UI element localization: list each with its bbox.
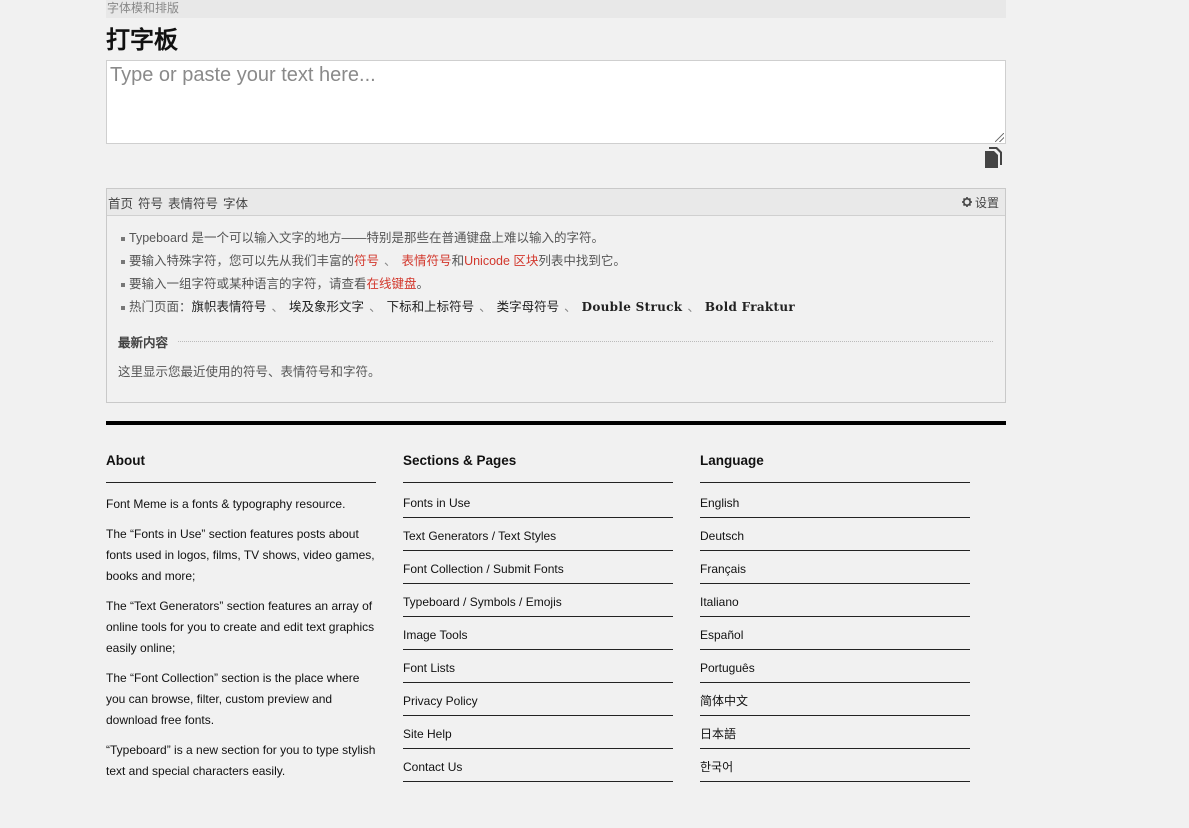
sections-list: Fonts in Use Text Generators / Text Styl… xyxy=(403,485,673,782)
tab-emojis[interactable]: 表情符号 xyxy=(168,197,218,211)
footer-about: About Font Meme is a fonts & typography … xyxy=(106,452,376,782)
page-title: 打字板 xyxy=(106,26,178,54)
recent-content: 这里显示您最近使用的符号、表情符号和字符。 xyxy=(118,365,381,379)
footer-link-text-generators[interactable]: Text Generators / Text Styles xyxy=(403,518,673,551)
about-paragraph: “Typeboard” is a new section for you to … xyxy=(106,743,376,778)
text: 要输入一组字符或某种语言的字符，请查看 xyxy=(129,277,367,291)
online-keyboard-link[interactable]: 在线键盘 xyxy=(367,277,417,291)
gear-icon xyxy=(961,197,972,207)
list-item: Typeboard 是一个可以输入文字的地方——特别是那些在普通键盘上难以输入的… xyxy=(121,229,993,252)
unicode-blocks-link[interactable]: Unicode 区块 xyxy=(464,254,538,268)
footer-language: Language English Deutsch Français Italia… xyxy=(700,452,970,782)
list-item-hot-pages: 热门页面：旗帜表情符号、埃及象形文字、下标和上标符号、类字母符号、 Double … xyxy=(121,298,993,321)
copy-icon xyxy=(985,147,1002,168)
text-editor-input[interactable] xyxy=(107,61,1005,143)
language-title: Language xyxy=(700,452,970,483)
footer-link-font-lists[interactable]: Font Lists xyxy=(403,650,673,683)
tab-home[interactable]: 首页 xyxy=(108,197,133,211)
sections-title: Sections & Pages xyxy=(403,452,673,483)
hot-link-double-struck[interactable]: Double Struck xyxy=(582,300,683,314)
separator: 、 xyxy=(369,300,382,314)
symbols-link[interactable]: 符号 xyxy=(354,254,379,268)
resize-handle[interactable] xyxy=(995,133,1004,142)
breadcrumb[interactable]: 字体模和排版 xyxy=(106,0,1006,18)
footer-link-site-help[interactable]: Site Help xyxy=(403,716,673,749)
language-link-japanese[interactable]: 日本語 xyxy=(700,716,970,749)
tab-symbols[interactable]: 符号 xyxy=(138,197,163,211)
about-title: About xyxy=(106,452,376,483)
hot-link-egyptian-hieroglyphs[interactable]: 埃及象形文字 xyxy=(289,300,364,314)
language-link-english[interactable]: English xyxy=(700,485,970,518)
footer-link-contact-us[interactable]: Contact Us xyxy=(403,749,673,782)
recent-title: 最新内容 xyxy=(118,336,169,350)
separator: 、 xyxy=(687,300,700,314)
text-editor-container xyxy=(106,60,1006,144)
copy-row xyxy=(106,144,1006,188)
tab-fonts[interactable]: 字体 xyxy=(223,197,248,211)
footer-sections: Sections & Pages Fonts in Use Text Gener… xyxy=(403,452,673,782)
hot-link-sub-superscript[interactable]: 下标和上标符号 xyxy=(387,300,475,314)
language-link-german[interactable]: Deutsch xyxy=(700,518,970,551)
recent-header: 最新内容 xyxy=(118,332,993,351)
copy-button[interactable] xyxy=(982,146,1004,170)
text: 和 xyxy=(451,254,465,268)
info-list: Typeboard 是一个可以输入文字的地方——特别是那些在普通键盘上难以输入的… xyxy=(121,229,993,321)
separator: 、 xyxy=(564,300,577,314)
emojis-link[interactable]: 表情符号 xyxy=(402,254,452,268)
list-item: 要输入一组字符或某种语言的字符，请查看在线键盘。 xyxy=(121,275,993,298)
about-paragraph: The “Fonts in Use” section features post… xyxy=(106,527,375,583)
settings-label: 设置 xyxy=(974,195,999,210)
panel-header: 首页 符号 表情符号 字体 设置 xyxy=(107,189,1005,216)
hot-link-letterlike-symbols[interactable]: 类字母符号 xyxy=(497,300,560,314)
language-link-chinese[interactable]: 简体中文 xyxy=(700,683,970,716)
main-content: 字体模和排版 打字板 首页符号表情符号字体 xyxy=(106,0,1006,425)
text: 。 xyxy=(416,277,430,291)
separator: 、 xyxy=(384,254,397,268)
footer-link-privacy-policy[interactable]: Privacy Policy xyxy=(403,683,673,716)
footer-link-font-collection[interactable]: Font Collection / Submit Fonts xyxy=(403,551,673,584)
separator: 、 xyxy=(271,300,285,314)
separator: 、 xyxy=(479,300,492,314)
list-item: 要输入特殊字符，您可以先从我们丰富的符号、表情符号和Unicode 区块列表中找… xyxy=(121,252,993,275)
about-paragraph: Font Meme is a fonts & typography resour… xyxy=(106,497,346,511)
settings-button[interactable]: 设置 xyxy=(961,194,999,211)
text: 列表中找到它。 xyxy=(538,254,626,268)
hot-link-flag-emojis[interactable]: 旗帜表情符号 xyxy=(192,300,267,314)
language-link-spanish[interactable]: Español xyxy=(700,617,970,650)
language-list: English Deutsch Français Italiano Españo… xyxy=(700,485,970,782)
language-link-italian[interactable]: Italiano xyxy=(700,584,970,617)
hot-link-bold-fraktur[interactable]: Bold Fraktur xyxy=(705,300,795,314)
footer-link-fonts-in-use[interactable]: Fonts in Use xyxy=(403,485,673,518)
divider xyxy=(106,421,1006,425)
footer-link-typeboard[interactable]: Typeboard / Symbols / Emojis xyxy=(403,584,673,617)
panel-body: Typeboard 是一个可以输入文字的地方——特别是那些在普通键盘上难以输入的… xyxy=(107,216,1005,402)
info-panel: 首页 符号 表情符号 字体 设置 Typeboard 是一个可以输入文字的地方——特别… xyxy=(106,188,1006,403)
divider xyxy=(178,341,993,342)
footer-link-image-tools[interactable]: Image Tools xyxy=(403,617,673,650)
language-link-korean[interactable]: 한국어 xyxy=(700,749,970,782)
about-paragraph: The “Font Collection” section is the pla… xyxy=(106,671,360,727)
language-link-french[interactable]: Français xyxy=(700,551,970,584)
hot-pages-label: 热门页面： xyxy=(129,300,192,314)
text: 要输入特殊字符，您可以先从我们丰富的 xyxy=(129,254,355,268)
panel-tabs: 首页 符号 表情符号 字体 xyxy=(108,193,253,212)
about-paragraph: The “Text Generators” section features a… xyxy=(106,599,375,655)
language-link-portuguese[interactable]: Português xyxy=(700,650,970,683)
